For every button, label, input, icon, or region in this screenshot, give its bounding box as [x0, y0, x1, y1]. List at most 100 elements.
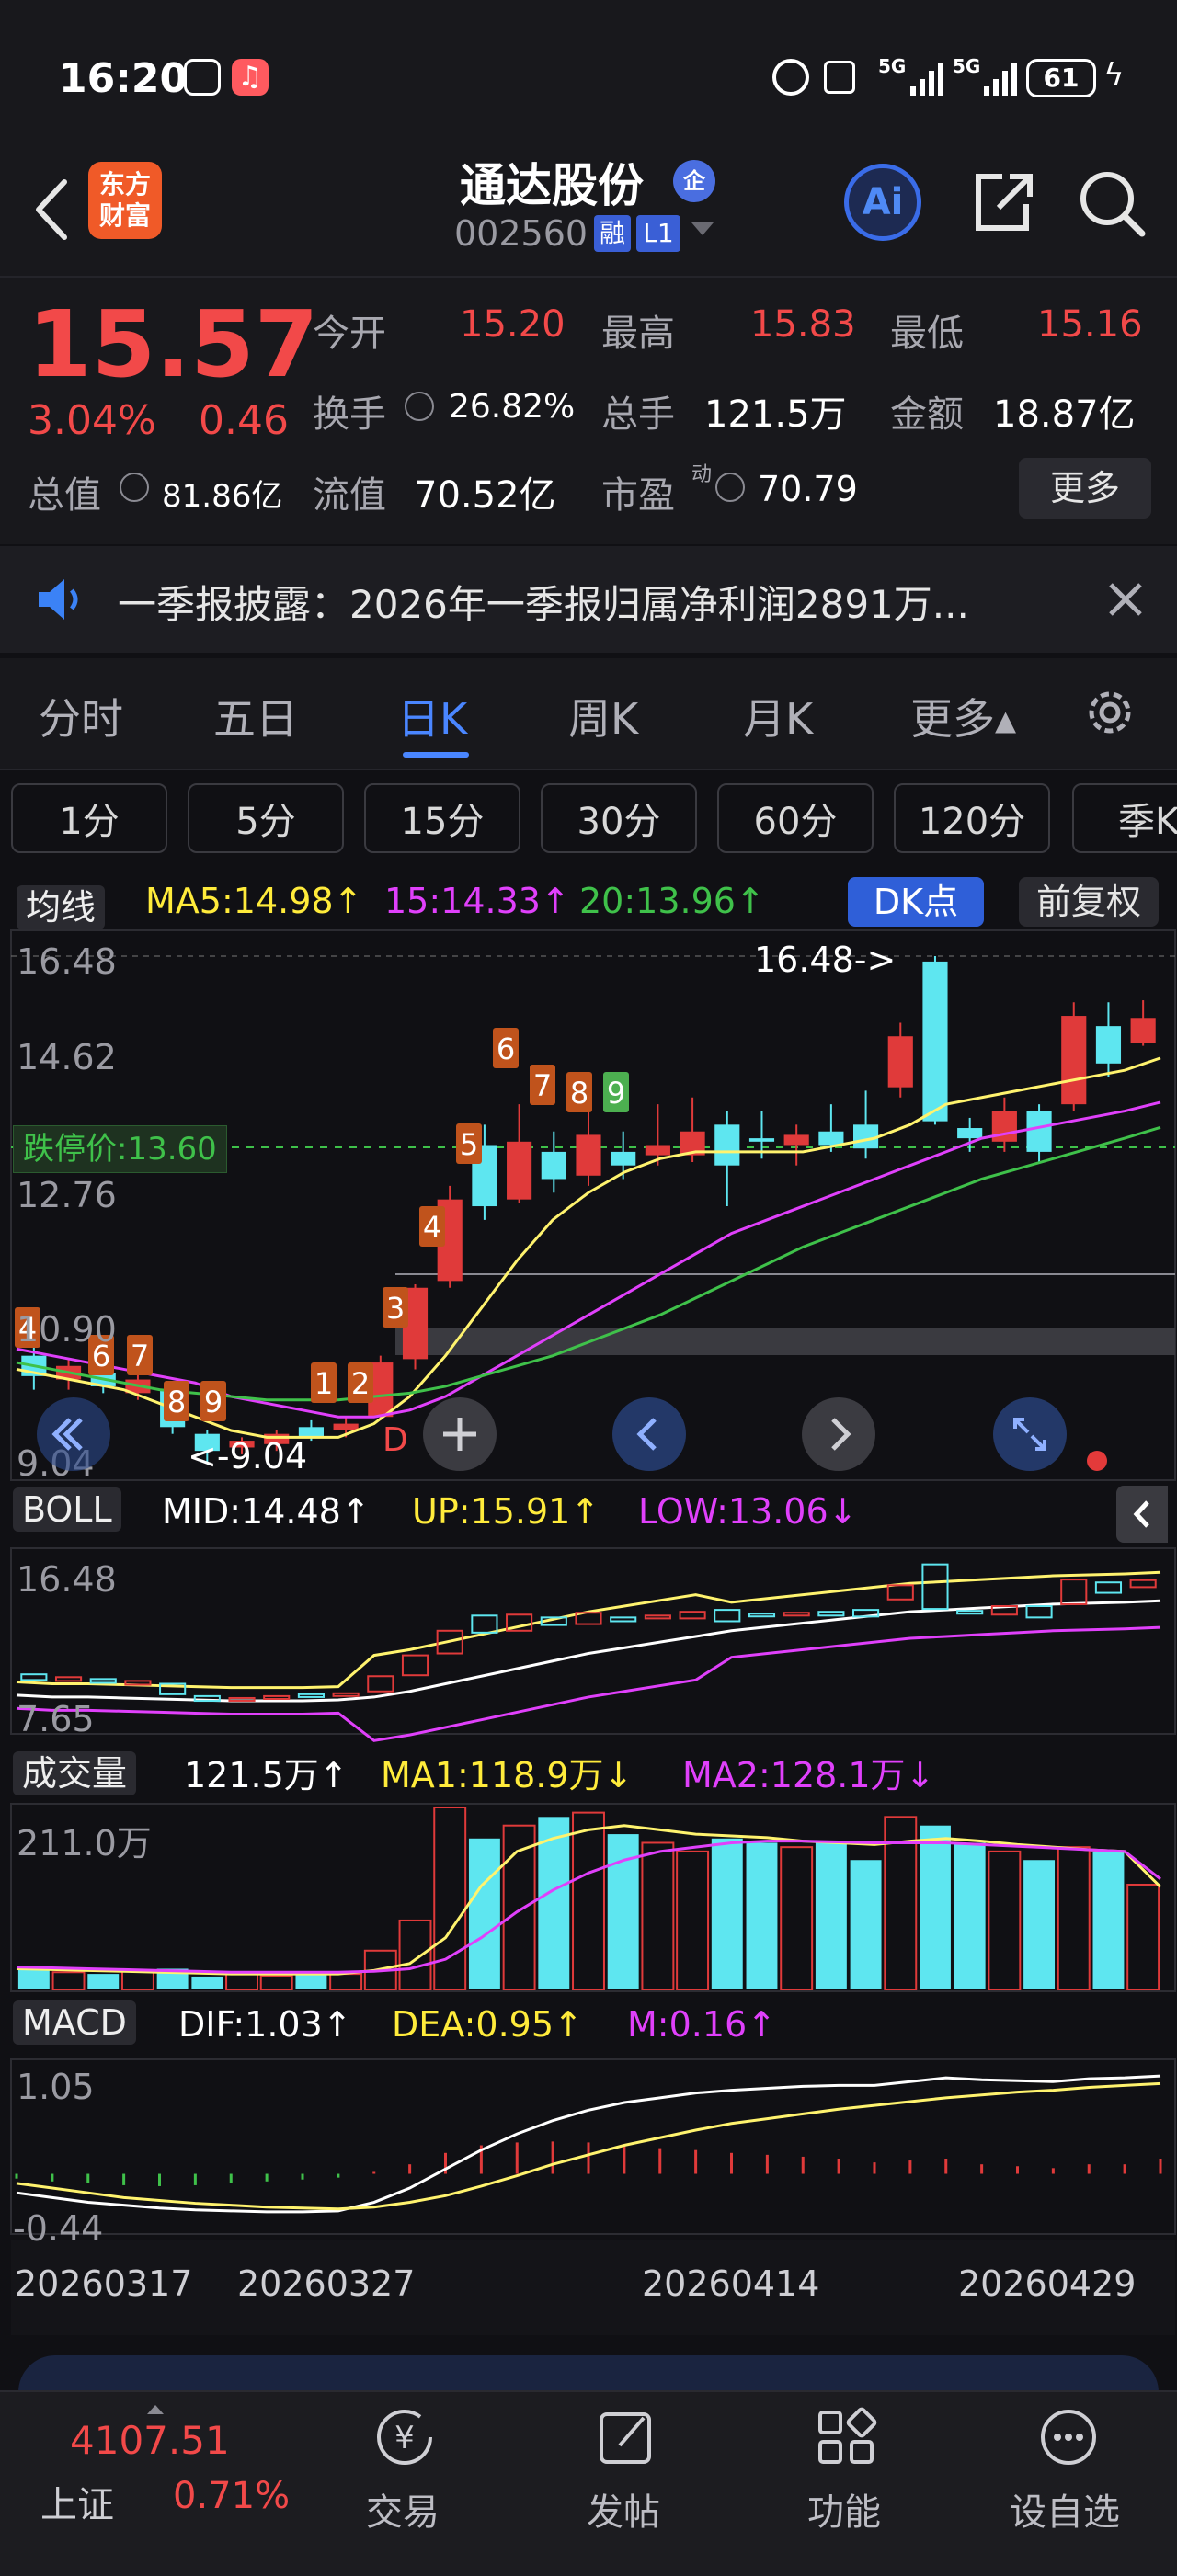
period-120min[interactable]: 120分 [894, 783, 1050, 853]
volume-bar [711, 1838, 743, 1989]
macd-panel [15, 2074, 1162, 2214]
period-quarterly[interactable]: 季K [1072, 783, 1177, 853]
macd-dropdown[interactable]: MACD [13, 2000, 136, 2045]
info-icon[interactable] [120, 473, 149, 502]
tab-weekly-k[interactable]: 周K [568, 686, 638, 747]
volume-value: 121.5万 [704, 393, 847, 436]
bottom-nav: 4107.51 上证 0.71% ¥ 交易 发帖 功能 设自选 [0, 2390, 1177, 2576]
boll-dropdown-label: BOLL [13, 1487, 121, 1532]
open-value: 15.20 [460, 303, 566, 346]
info-icon[interactable] [715, 473, 745, 502]
boll-candle [89, 1678, 117, 1684]
candle-body [611, 1151, 636, 1166]
boll-candle [644, 1614, 671, 1620]
dk-point-button[interactable]: DK点 [848, 877, 984, 927]
rewind-button[interactable] [37, 1397, 110, 1471]
ma5-value: MA5:14.98 [145, 881, 334, 921]
next-button[interactable] [802, 1397, 875, 1471]
close-icon[interactable] [1105, 579, 1146, 620]
info-icon[interactable] [405, 392, 434, 421]
adjust-button[interactable]: 前复权 [1019, 877, 1159, 927]
index-value[interactable]: 4107.51 [70, 2418, 230, 2463]
level-tag: L1 [636, 215, 680, 252]
vibrate-icon [824, 61, 855, 94]
trade-icon[interactable]: ¥ [366, 2405, 443, 2469]
candle-body [818, 1131, 844, 1146]
mktcap-label: 总值 [28, 474, 101, 517]
volume-dropdown[interactable]: 成交量 [13, 1745, 137, 1795]
nav-watchlist[interactable]: 设自选 [1010, 2482, 1120, 2536]
period-1min[interactable]: 1分 [11, 783, 167, 853]
tab-intraday[interactable]: 分时 [39, 686, 123, 747]
period-30min[interactable]: 30分 [541, 783, 697, 853]
boll-mid: MID:14.48↑ [162, 1491, 371, 1532]
nav-post[interactable]: 发帖 [587, 2482, 660, 2536]
candle-body [645, 1145, 670, 1156]
ma-dropdown[interactable]: 均线 [17, 879, 106, 929]
index-name: 上证 [40, 2484, 114, 2526]
date-label-4: 20260429 [958, 2263, 1137, 2304]
nav-trade[interactable]: 交易 [366, 2482, 440, 2536]
nine-turn-text: 6 [497, 1032, 515, 1066]
open-label: 今开 [313, 313, 386, 355]
svg-text:¥: ¥ [394, 2420, 415, 2456]
volume-bar [572, 1811, 605, 1991]
tab-more[interactable]: 更多▴ [910, 686, 1016, 747]
boll-candle [921, 1563, 949, 1611]
macd-dea: DEA:0.95↑ [392, 2004, 583, 2045]
chevron-down-icon[interactable] [691, 222, 714, 235]
volume-bar [1126, 1883, 1160, 1991]
ai-assistant-button[interactable]: Ai [844, 164, 921, 241]
macd-dropdown-label: MACD [13, 2000, 136, 2045]
pe-label: 市盈 [601, 474, 675, 517]
volume-bar [329, 1973, 363, 1990]
functions-icon[interactable] [807, 2405, 885, 2469]
nav-functions[interactable]: 功能 [807, 2482, 881, 2536]
app-logo[interactable]: 东方 财富 [88, 162, 162, 239]
back-icon[interactable] [28, 175, 79, 245]
pe-value: 70.79 [758, 469, 858, 509]
nine-turn-marker: 2 [348, 1362, 373, 1403]
tab-five-day[interactable]: 五日 [213, 686, 298, 747]
prev-button[interactable] [612, 1397, 686, 1471]
quote-panel: 15.57 3.04% 0.46 今开 15.20 最高 15.83 最低 15… [0, 276, 1177, 544]
post-icon[interactable] [587, 2405, 664, 2469]
boll-tick-bottom: 7.65 [17, 1699, 95, 1739]
volume-ma2: MA2:128.1万↓ [682, 1755, 935, 1795]
chart-tabs: 分时 五日 日K 周K 月K 更多▴ [0, 658, 1177, 770]
collapse-panel-button[interactable] [1116, 1486, 1168, 1543]
volume-label: 总手 [601, 393, 675, 436]
zoom-in-button[interactable] [423, 1397, 497, 1471]
volume-bar [920, 1825, 951, 1989]
boll-dropdown[interactable]: BOLL [13, 1487, 121, 1532]
tab-monthly-k[interactable]: 月K [743, 686, 813, 747]
nine-turn-text: 5 [460, 1127, 478, 1162]
candle-body [991, 1111, 1017, 1142]
share-icon[interactable] [966, 165, 1039, 239]
fullscreen-icon[interactable] [993, 1397, 1067, 1471]
volume-bar [225, 1973, 258, 1990]
more-dots-icon[interactable] [1030, 2405, 1107, 2469]
period-60min[interactable]: 60分 [717, 783, 874, 853]
pe-sup: 动 [691, 463, 713, 486]
kline-tick-3: 12.76 [17, 1175, 117, 1215]
period-15min[interactable]: 15分 [364, 783, 520, 853]
boll-candle [20, 1673, 48, 1681]
tab-daily-k[interactable]: 日K [397, 686, 467, 747]
nine-turn-marker: 8 [164, 1381, 189, 1421]
boll-up-line [16, 1570, 1161, 1690]
period-5min[interactable]: 5分 [188, 783, 344, 853]
boll-candle [1060, 1579, 1088, 1605]
volume-bar [676, 1850, 710, 1990]
notice-bar[interactable]: 一季报披露：2026年一季报归属净利润2891万... [0, 546, 1177, 653]
search-icon[interactable] [1074, 165, 1148, 239]
candle-body [1130, 1018, 1156, 1043]
network-5g-1: 5G [878, 55, 907, 77]
more-button[interactable]: 更多 [1019, 458, 1151, 519]
boll-candle [124, 1680, 152, 1686]
expand-up-icon[interactable] [147, 2405, 164, 2414]
gear-icon[interactable] [1081, 684, 1138, 741]
volume-bar [780, 1846, 814, 1991]
volume-number: 121.5万 [184, 1755, 319, 1795]
boll-tick-top: 16.48 [17, 1559, 117, 1600]
